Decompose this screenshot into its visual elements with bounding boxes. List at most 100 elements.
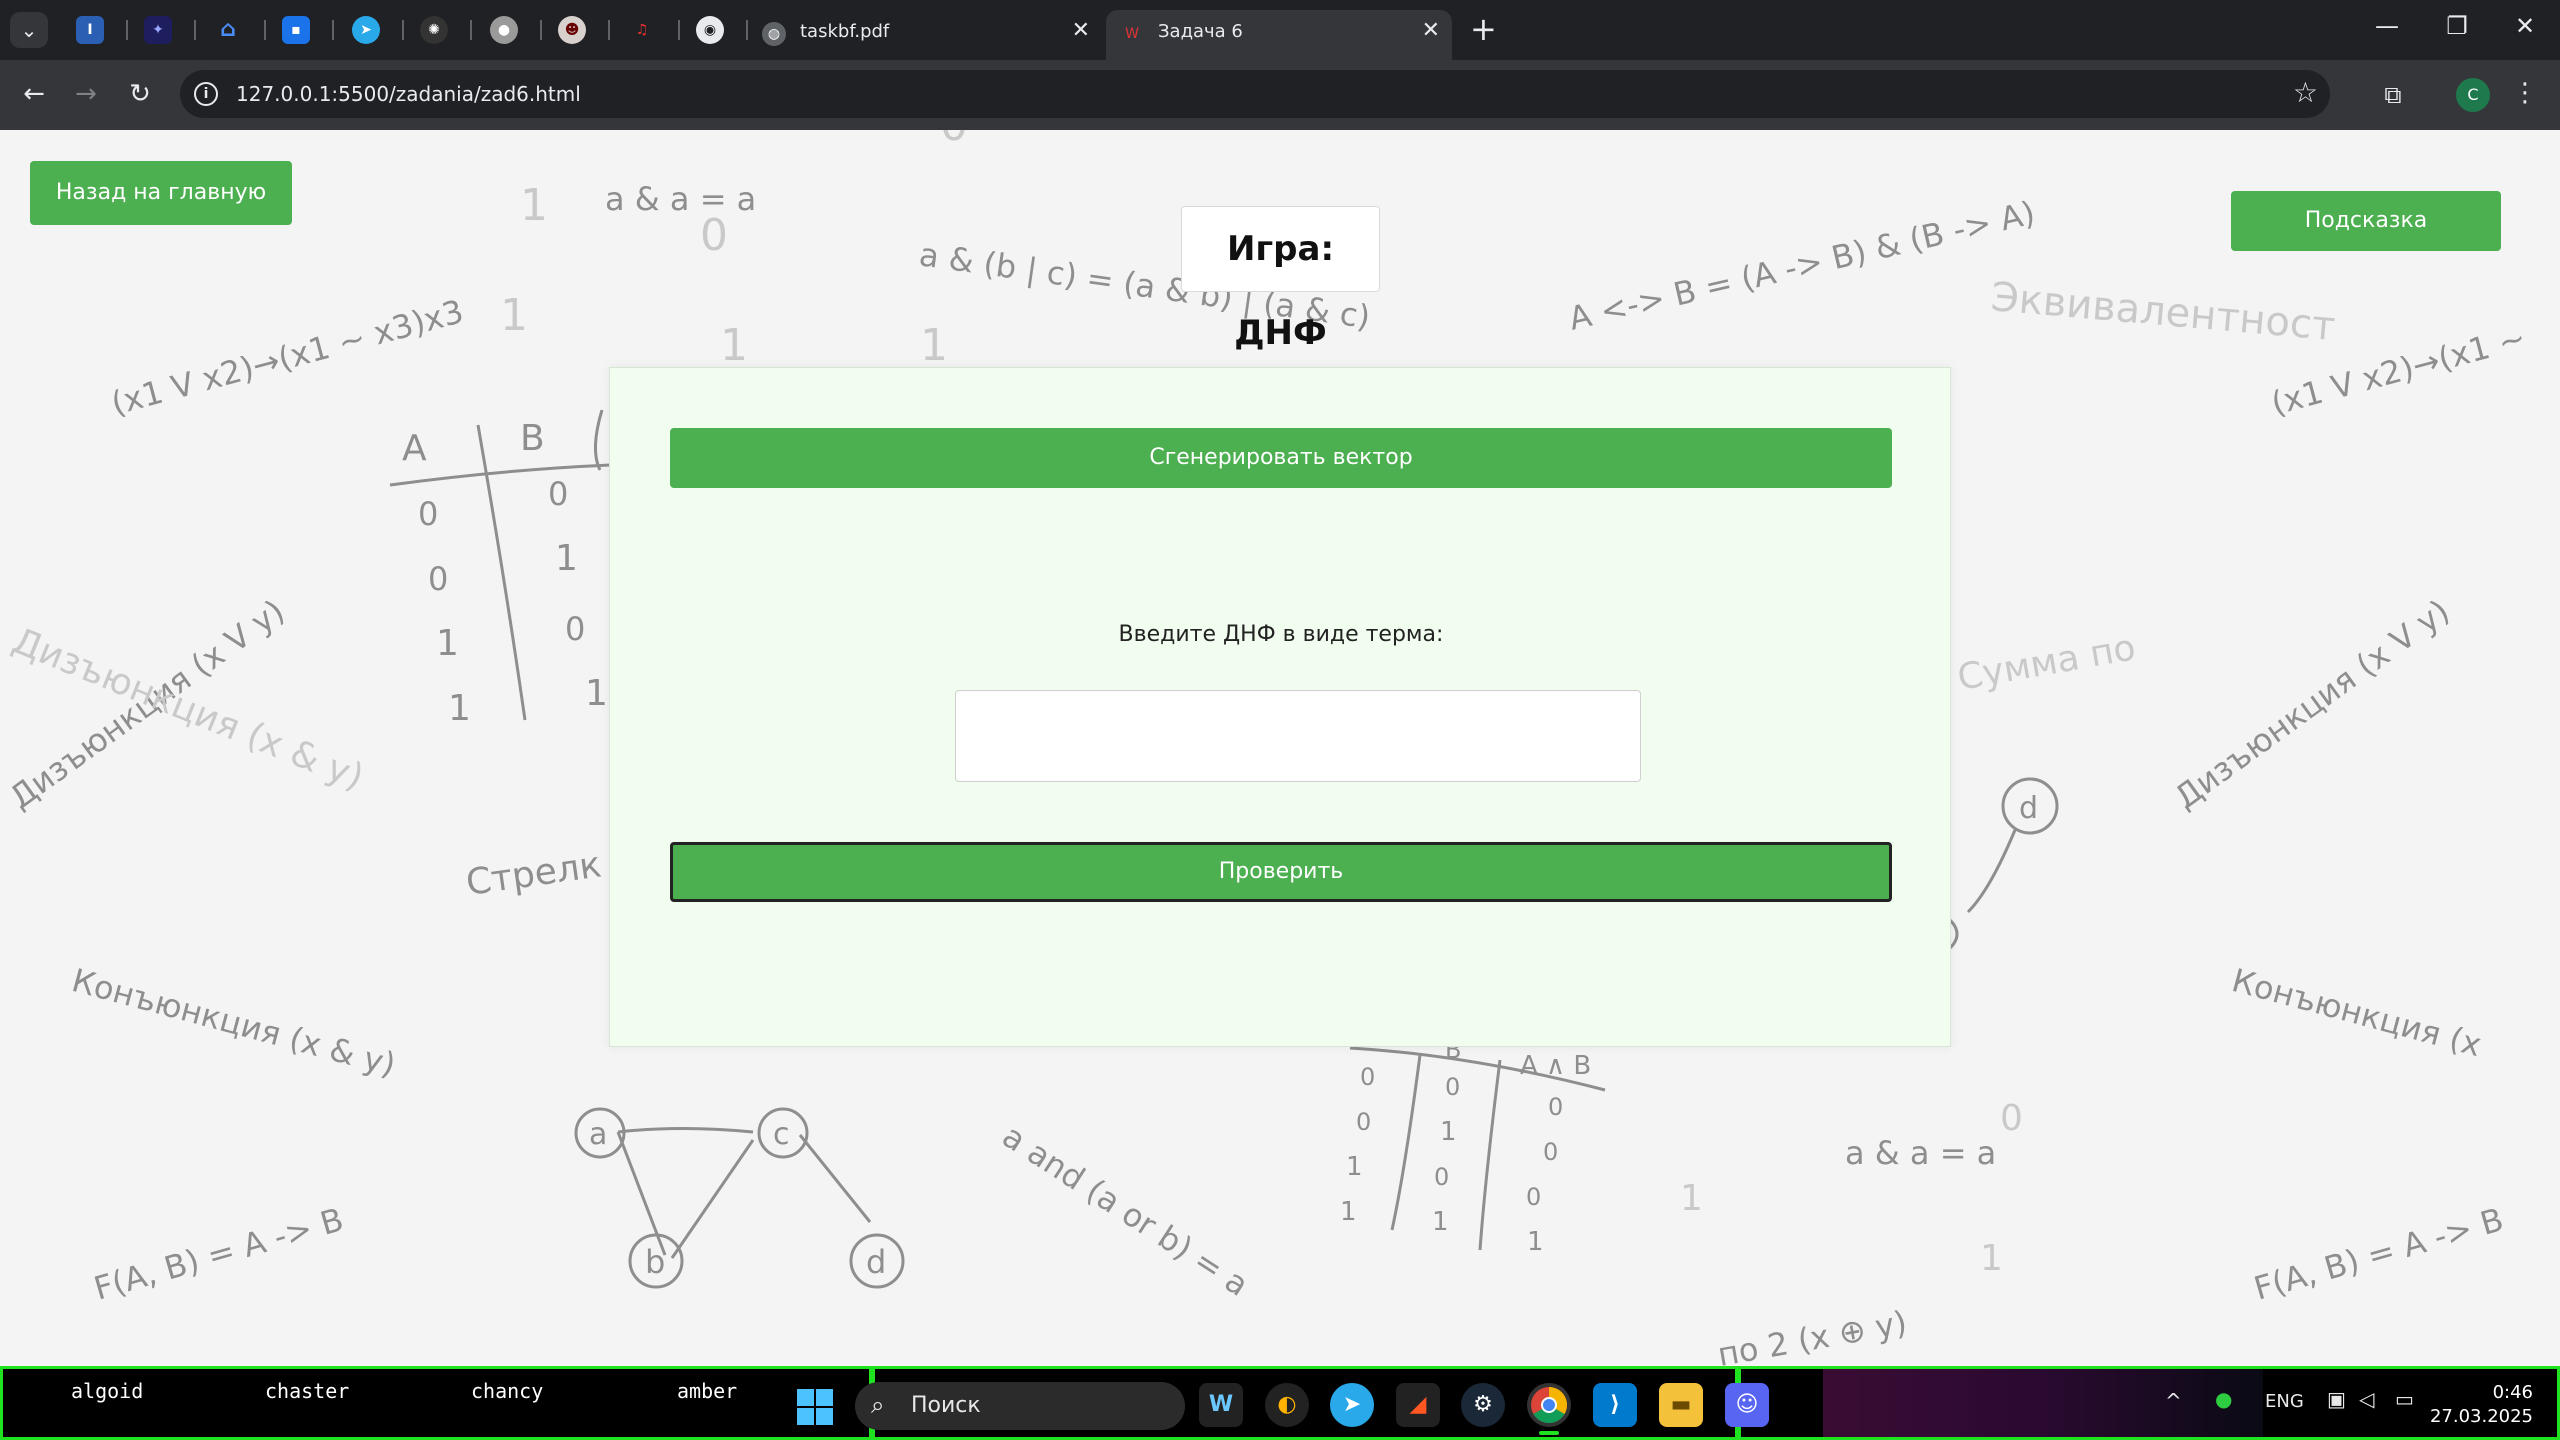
- dnf-term-input[interactable]: [955, 690, 1641, 782]
- github-icon[interactable]: ◉: [696, 16, 724, 44]
- volume-icon[interactable]: ◁: [2359, 1387, 2374, 1411]
- tab-separator: [402, 20, 404, 40]
- workspace-label[interactable]: chancy: [471, 1379, 543, 1403]
- tab-strip: ⌄ I ✦ ⌂ ▪ ➤ ✺ ● ☻ ♫ ◉ ◍ taskbf.pdf ✕ W З…: [0, 0, 2560, 60]
- bg-faint-text: 1: [500, 290, 528, 341]
- site-info-icon[interactable]: i: [194, 82, 218, 106]
- chat-icon[interactable]: ▪: [282, 16, 310, 44]
- profile-icon[interactable]: ●: [490, 16, 518, 44]
- close-window-icon[interactable]: ✕: [2500, 12, 2550, 40]
- forward-arrow-icon[interactable]: →: [66, 74, 106, 114]
- bg-table-cell: 1: [555, 538, 578, 579]
- tab-separator: [678, 20, 680, 40]
- bg-table-cell: 0: [1360, 1063, 1375, 1091]
- clock[interactable]: 0:46 27.03.2025: [2423, 1381, 2533, 1429]
- microphone-icon[interactable]: ●: [2215, 1387, 2232, 1411]
- bg-faint-text: 0: [2000, 1098, 2023, 1139]
- screen: ⌄ I ✦ ⌂ ▪ ➤ ✺ ● ☻ ♫ ◉ ◍ taskbf.pdf ✕ W З…: [0, 0, 2560, 1440]
- menu-icon[interactable]: ⋮: [2512, 78, 2538, 108]
- reload-icon[interactable]: ↻: [120, 74, 160, 114]
- network-icon[interactable]: ▣: [2327, 1387, 2346, 1411]
- bg-faint-text: 1: [1980, 1238, 2003, 1279]
- bg-faint-text: 1: [520, 180, 548, 231]
- tab-taskbf-pdf[interactable]: ◍ taskbf.pdf ✕: [748, 10, 1102, 60]
- bg-table-cell: 0: [1434, 1163, 1449, 1191]
- tab-title: taskbf.pdf: [800, 21, 890, 42]
- sparkle-icon[interactable]: ✦: [144, 16, 172, 44]
- vscode-app-icon[interactable]: ⟩: [1593, 1383, 1637, 1427]
- bg-arrow-word: Стрелк: [464, 844, 604, 904]
- globe-icon: ◍: [762, 22, 786, 46]
- bg-table-cell: 0: [1548, 1093, 1563, 1121]
- active-app-indicator: [1539, 1431, 1559, 1435]
- windows-start-icon[interactable]: [797, 1389, 833, 1425]
- close-tab-icon[interactable]: ✕: [1422, 18, 1440, 43]
- bookmark-star-icon[interactable]: ☆: [2293, 76, 2318, 109]
- isu-icon[interactable]: I: [76, 16, 104, 44]
- steam-app-icon[interactable]: ⚙: [1461, 1383, 1505, 1427]
- discord-app-icon[interactable]: ☺: [1725, 1383, 1769, 1427]
- tab-search-dropdown-icon[interactable]: ⌄: [10, 12, 48, 48]
- file-explorer-app-icon[interactable]: ▬: [1659, 1383, 1703, 1427]
- bg-implication-left: F(A, B) = A -> B: [90, 1200, 348, 1307]
- bg-table-cell: 0: [1445, 1073, 1460, 1101]
- bg-table-cell: 1: [448, 688, 471, 729]
- bg-sum-mod2: Сумма по: [1954, 627, 2138, 699]
- telegram-icon[interactable]: ➤: [352, 16, 380, 44]
- close-tab-icon[interactable]: ✕: [1072, 18, 1090, 43]
- tab-zadacha-6[interactable]: W Задача 6 ✕: [1106, 10, 1452, 60]
- site-favicon: W: [1125, 26, 1139, 42]
- check-button[interactable]: Проверить: [670, 842, 1892, 902]
- back-arrow-icon[interactable]: ←: [14, 74, 54, 114]
- workspace-label[interactable]: algoid: [71, 1379, 143, 1403]
- chrome-app-icon[interactable]: [1527, 1383, 1571, 1427]
- bg-table-head: A ∧ B: [1520, 1051, 1591, 1081]
- clock-date: 27.03.2025: [2429, 1406, 2533, 1427]
- widgets-app-icon[interactable]: W: [1199, 1383, 1243, 1427]
- generate-vector-button[interactable]: Сгенерировать вектор: [670, 428, 1892, 488]
- battery-icon[interactable]: ▭: [2395, 1387, 2414, 1411]
- bg-table-cell: 0: [428, 560, 448, 598]
- bg-graph-label: d: [866, 1243, 886, 1281]
- bg-sum-mod2-bottom: по 2 (x ⊕ y): [1715, 1303, 1910, 1366]
- chrome-logo-icon: [1531, 1387, 1568, 1424]
- back-to-home-button[interactable]: Назад на главную: [30, 161, 292, 225]
- tab-separator: [540, 20, 542, 40]
- game-card: Сгенерировать вектор Введите ДНФ в виде …: [609, 367, 1951, 1047]
- bg-table-cell: 1: [1432, 1207, 1449, 1237]
- language-indicator[interactable]: ENG: [2265, 1391, 2304, 1412]
- media-app-icon[interactable]: ◐: [1265, 1383, 1309, 1427]
- music-icon[interactable]: ♫: [628, 16, 656, 44]
- tray-overflow-icon[interactable]: ^: [2165, 1389, 2182, 1413]
- mask-icon[interactable]: ☻: [558, 16, 586, 44]
- workspace-label[interactable]: chaster: [265, 1379, 349, 1403]
- bg-idempotent-law: a & a = a: [1845, 1134, 1996, 1172]
- bg-graph-label: d: [2019, 791, 2038, 826]
- bg-table-cell: 1: [1527, 1227, 1544, 1257]
- game-app-icon[interactable]: ◢: [1396, 1383, 1440, 1427]
- tab-separator: [194, 20, 196, 40]
- restore-icon[interactable]: ❐: [2432, 12, 2482, 40]
- bg-table-cell: 0: [1526, 1183, 1541, 1211]
- new-tab-icon[interactable]: +: [1470, 10, 1497, 48]
- bg-graph-label: b: [645, 1243, 665, 1281]
- extensions-icon[interactable]: ⧉: [2376, 78, 2410, 112]
- profile-avatar[interactable]: C: [2456, 78, 2490, 112]
- home-icon[interactable]: ⌂: [214, 16, 242, 44]
- minimize-icon[interactable]: —: [2362, 12, 2412, 40]
- tab-title: Задача 6: [1158, 21, 1243, 42]
- tab-separator: [470, 20, 472, 40]
- taskbar-search[interactable]: ⌕ Поиск: [855, 1382, 1185, 1430]
- url-text[interactable]: 127.0.0.1:5500/zadania/zad6.html: [236, 82, 581, 106]
- hint-button[interactable]: Подсказка: [2231, 191, 2501, 251]
- workspace-label[interactable]: amber: [677, 1379, 737, 1403]
- bg-table-cell: 0: [1543, 1138, 1558, 1166]
- bg-table-line: [1390, 1054, 1422, 1231]
- address-bar[interactable]: i 127.0.0.1:5500/zadania/zad6.html ☆: [180, 70, 2330, 118]
- bg-faint-text: 1: [720, 320, 748, 371]
- chatgpt-icon[interactable]: ✺: [420, 16, 448, 44]
- taskbar: algoid chaster chancy amber ⌕ Поиск W ◐ …: [0, 1366, 2560, 1440]
- bg-table-cell: 1: [1340, 1197, 1357, 1227]
- bg-faint-text: 1: [1680, 1178, 1703, 1219]
- telegram-app-icon[interactable]: ➤: [1330, 1383, 1374, 1427]
